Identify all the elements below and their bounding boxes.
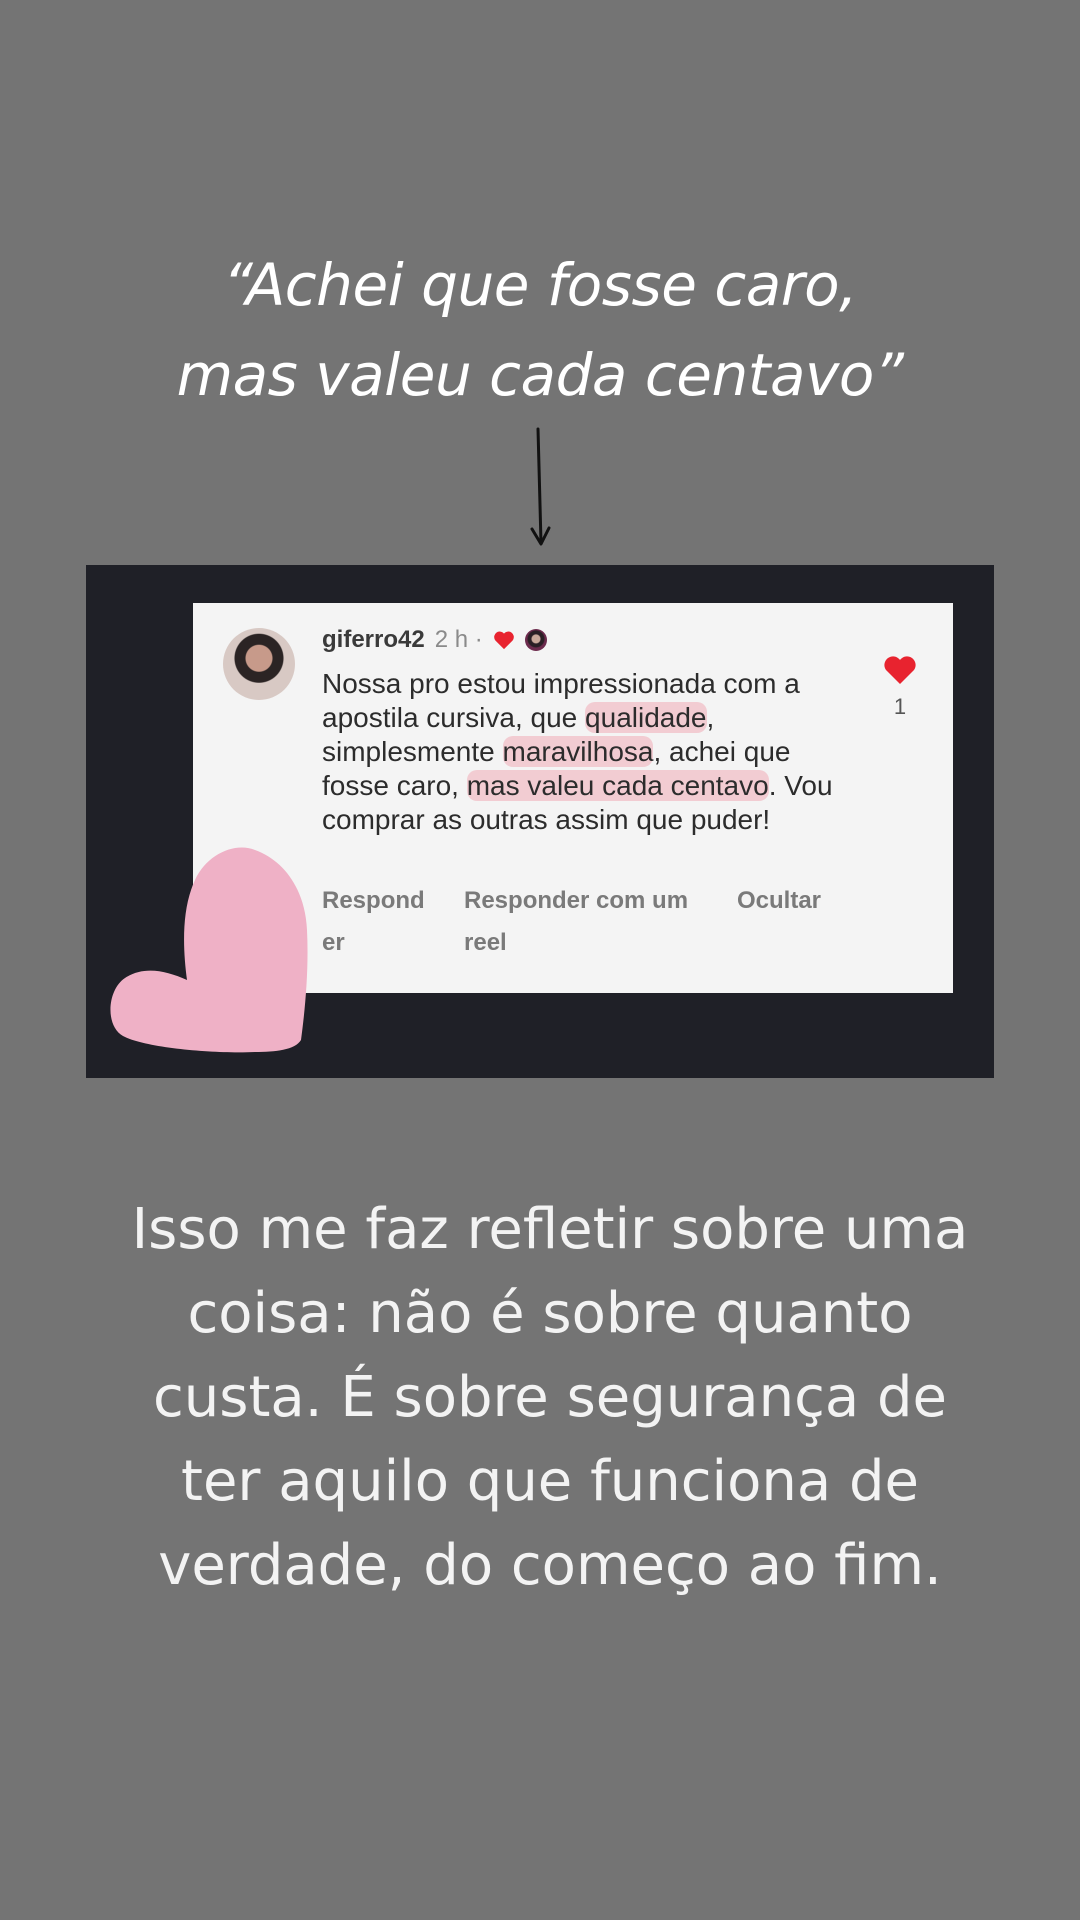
quote-line-2: mas valeu cada centavo” <box>176 341 904 409</box>
avatar[interactable] <box>223 628 295 700</box>
like-count: 1 <box>893 694 907 719</box>
author-avatar-icon <box>524 629 547 651</box>
reply-reel-button[interactable]: Responder com um reel <box>464 880 699 964</box>
arrow-down-icon <box>530 427 551 546</box>
highlighted-text: mas valeu cada centavo <box>466 770 769 801</box>
quote-line-1: “Achei que fosse caro, <box>222 251 858 319</box>
quote-heading: “Achei que fosse caro, mas valeu cada ce… <box>0 240 1080 420</box>
decorative-heart-icon <box>110 847 308 1053</box>
highlighted-text: qualidade <box>585 702 707 733</box>
like-heart-icon[interactable] <box>883 655 917 685</box>
username[interactable]: giferro42 <box>322 626 425 654</box>
highlighted-text: maravilhosa <box>502 736 654 767</box>
hide-button[interactable]: Ocultar <box>737 880 827 922</box>
comment-header: giferro42 2 h · <box>322 622 547 658</box>
timestamp: 2 h · <box>434 626 483 653</box>
heart-icon <box>493 631 514 650</box>
comment-text-part: Nossa pro estou impressionada com a apos… <box>322 668 800 733</box>
reply-button[interactable]: Responder <box>322 880 437 964</box>
reflection-text: Isso me faz refletir sobre uma coisa: nã… <box>131 1197 969 1598</box>
comment-text: Nossa pro estou impressionada com a apos… <box>322 667 862 837</box>
